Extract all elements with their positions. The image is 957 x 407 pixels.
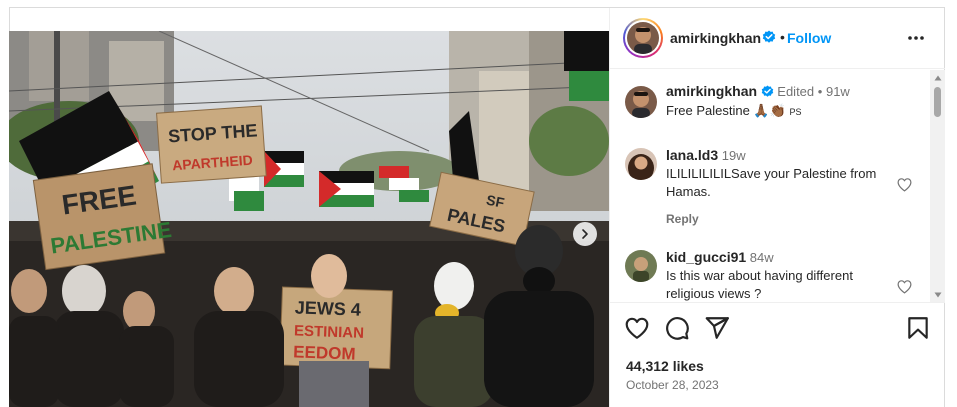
more-options-icon[interactable] <box>906 28 926 48</box>
sign-palestinian: ESTINIAN <box>294 322 365 341</box>
carousel-next-button[interactable] <box>573 222 597 246</box>
caption-avatar[interactable] <box>625 86 657 118</box>
chevron-right-icon <box>582 229 588 239</box>
caption-username[interactable]: amirkingkhan <box>666 83 757 99</box>
caption-edited-label: Edited <box>777 84 815 99</box>
sign-jews-4: JEWS 4 <box>294 297 361 319</box>
caption-text-suffix: ps <box>789 107 802 117</box>
verified-badge-icon <box>762 30 776 43</box>
comment-avatar[interactable] <box>625 250 657 282</box>
post-header: amirkingkhan • Follow <box>610 8 945 69</box>
author-avatar[interactable] <box>623 18 663 58</box>
comment-text: ILILILILILILSave your Palestine from Ham… <box>666 166 877 199</box>
heart-icon[interactable] <box>896 278 913 295</box>
comments-list[interactable]: amirkingkhan Edited • 91w Free Palestine… <box>610 70 945 301</box>
caret-up-icon <box>934 75 941 80</box>
scroll-down-arrow[interactable] <box>930 287 945 302</box>
comment-username[interactable]: lana.ld3 <box>666 147 718 163</box>
post-actions: 44,312 likes October 28, 2023 <box>610 302 945 407</box>
comment-username[interactable]: kid_gucci91 <box>666 249 746 265</box>
avatar-image <box>627 22 659 54</box>
avatar-image <box>625 250 657 282</box>
scrollbar-thumb[interactable] <box>934 87 941 117</box>
caption-text: Free Palestine 🙏🏾👏🏾 <box>666 103 786 118</box>
comments-scrollbar[interactable] <box>930 70 945 302</box>
post-side-panel: amirkingkhan • Follow amirkingkhan Edite… <box>609 8 945 407</box>
post-photo[interactable]: FREE PALESTINE STOP THE APARTHEID JEWS 4… <box>9 31 609 407</box>
bookmark-icon[interactable] <box>905 315 931 341</box>
comment-icon[interactable] <box>664 315 690 341</box>
verified-badge-icon <box>761 85 773 97</box>
caret-down-icon <box>934 292 941 297</box>
comment-age[interactable]: 84w <box>750 250 774 265</box>
author-username[interactable]: amirkingkhan <box>670 30 761 46</box>
avatar-image <box>625 86 657 118</box>
comment-avatar[interactable] <box>625 148 657 180</box>
follow-button[interactable]: Follow <box>787 30 831 46</box>
likes-count[interactable]: 44,312 likes <box>626 358 704 374</box>
caption-age[interactable]: 91w <box>826 84 850 99</box>
heart-icon[interactable] <box>624 315 650 341</box>
post-date[interactable]: October 28, 2023 <box>626 378 719 392</box>
caption-separator: • <box>817 84 823 99</box>
comment-age[interactable]: 19w <box>722 148 746 163</box>
sign-freedom: EEDOM <box>293 342 356 363</box>
avatar-image <box>625 148 657 180</box>
share-icon[interactable] <box>704 315 730 341</box>
heart-icon[interactable] <box>896 176 913 193</box>
scroll-up-arrow[interactable] <box>930 70 945 85</box>
header-separator: • <box>780 29 785 45</box>
comment-text: Is this war about having different relig… <box>666 268 853 301</box>
reply-button[interactable]: Reply <box>666 212 699 226</box>
